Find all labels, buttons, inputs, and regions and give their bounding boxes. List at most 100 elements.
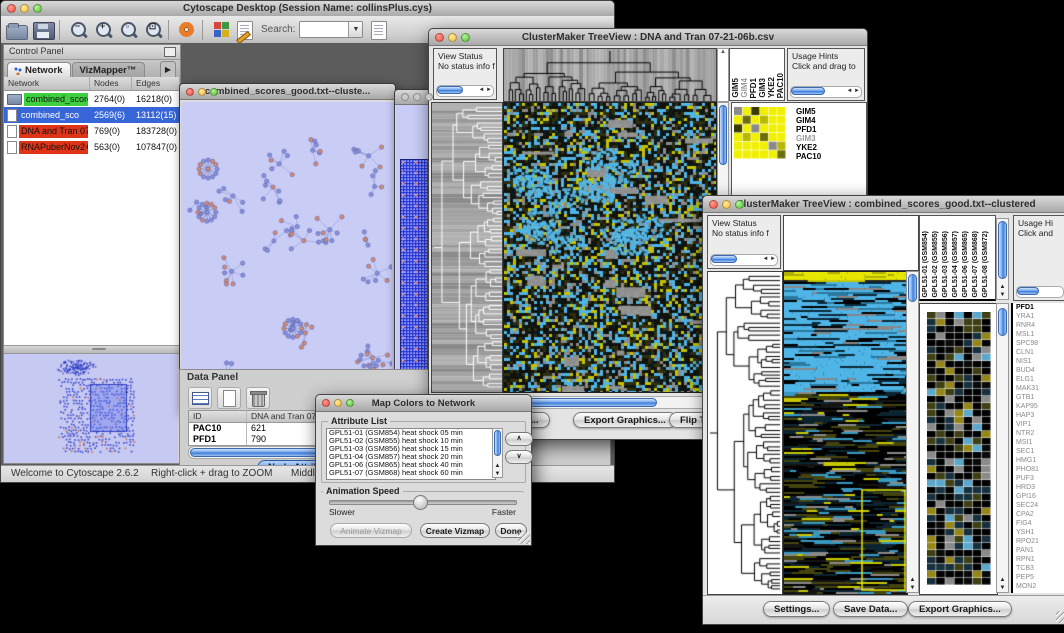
gene-label[interactable]: GPI16 [1016,492,1064,501]
window-controls[interactable] [322,399,354,407]
scroll-left-icon[interactable]: ◄ ► [477,86,493,96]
panel-splitter[interactable] [4,345,180,354]
minimize-icon[interactable] [413,93,421,101]
network-table-row[interactable]: combined_sco2569(6)13112(15) [4,107,180,123]
zoom-icon[interactable] [461,33,470,42]
gene-label[interactable]: GIM3 [796,134,821,143]
scroll-left-icon[interactable]: ◄ ► [845,87,861,97]
column-dendrogram-canvas[interactable] [503,48,717,102]
attribute-list-item[interactable]: GPL51-07 (GSM868) heat shock 60 min [327,469,495,477]
window-controls[interactable] [401,93,433,101]
gene-label[interactable]: NIS1 [1016,357,1064,366]
minimize-icon[interactable] [198,88,206,96]
scroll-down-icon[interactable]: ▼ [493,471,502,477]
zoom-icon[interactable] [735,200,744,209]
move-down-button[interactable]: ∨ [505,450,533,464]
attribute-select-icon[interactable] [188,387,212,409]
zoom-out-icon[interactable]: − [69,21,89,40]
gene-label[interactable]: KAP95 [1016,402,1064,411]
window-controls[interactable] [186,88,218,96]
main-titlebar[interactable]: Cytoscape Desktop (Session Name: collins… [1,1,614,17]
close-icon[interactable] [7,4,16,13]
float-panel-icon[interactable] [164,47,176,57]
scrollbar-thumb[interactable] [998,221,1007,279]
dialog-titlebar[interactable]: Map Colors to Network [316,395,531,412]
help-icon[interactable] [178,21,198,40]
gene-label[interactable]: RPN1 [1016,555,1064,564]
tab-vizmapper[interactable]: VizMapper™ [72,62,145,78]
gene-label[interactable]: RPO21 [1016,537,1064,546]
close-icon[interactable] [322,399,330,407]
gene-label[interactable]: PFD1 [796,125,821,134]
gene-label[interactable]: MSL1 [1016,330,1064,339]
secondary-heatmap-canvas[interactable] [927,312,991,585]
gene-label[interactable]: YSH1 [1016,528,1064,537]
heatmap-vscrollbar[interactable]: ▲ ▼ [906,271,919,593]
gene-label[interactable]: HRD3 [1016,483,1064,492]
birdseye-canvas[interactable] [4,354,178,463]
minimize-icon[interactable] [20,4,29,13]
mini-heatmap-canvas[interactable] [734,107,786,159]
gene-label[interactable]: ELG1 [1016,375,1064,384]
view-status-scrollbar[interactable]: ◄ ► [436,85,494,97]
gene-label[interactable]: HMG1 [1016,456,1064,465]
import-icon[interactable] [371,21,387,40]
minimize-icon[interactable] [334,399,342,407]
zoom-in-icon[interactable]: + [94,21,114,40]
dendrogram-scroll-strip[interactable]: ▲ [717,48,729,102]
gene-label[interactable]: YRA1 [1016,312,1064,321]
scrollbar-thumb[interactable] [791,87,825,95]
gene-label[interactable]: TCB3 [1016,564,1064,573]
row-dendrogram-canvas[interactable] [707,271,783,595]
save-icon[interactable] [33,22,55,40]
treeview1-titlebar[interactable]: ClusterMaker TreeView : DNA and Tran 07-… [429,29,867,46]
save-data-button[interactable]: Save Data... [833,601,908,617]
gene-label[interactable]: PAN1 [1016,546,1064,555]
gene-label[interactable]: SPC98 [1016,339,1064,348]
open-file-icon[interactable] [6,25,28,40]
gene-label[interactable]: GTB1 [1016,393,1064,402]
scrollbar-thumb[interactable] [719,105,727,165]
column-dendrogram-empty[interactable] [783,215,919,271]
heatmap-hscrollbar[interactable] [503,396,717,409]
attribute-list-scrollbar[interactable]: ▲ ▼ [492,428,503,478]
usage-hints-scrollbar[interactable] [1016,286,1064,298]
export-graphics-button[interactable]: Export Graphics... [908,601,1012,617]
gene-label[interactable]: MSI1 [1016,438,1064,447]
heatmap-canvas[interactable] [503,102,717,393]
scroll-up-icon[interactable]: ▲ [997,284,1008,290]
gene-label[interactable]: PUF3 [1016,474,1064,483]
scrollbar-thumb[interactable] [437,86,463,94]
minimize-icon[interactable] [722,200,731,209]
move-up-button[interactable]: ∧ [505,432,533,446]
scroll-up-icon[interactable]: ▲ [907,577,918,583]
zoom-icon[interactable] [33,4,42,13]
resize-grip[interactable] [518,532,530,544]
gene-label[interactable]: GIM5 [796,107,821,116]
close-icon[interactable] [186,88,194,96]
birdseye-view[interactable] [4,354,180,463]
view-status-scrollbar[interactable]: ◄ ► [710,254,778,266]
scroll-up-icon[interactable]: ▲ [997,577,1008,583]
scroll-down-icon[interactable]: ▼ [997,585,1008,591]
scrollbar-thumb[interactable] [1017,287,1039,295]
close-icon[interactable] [709,200,718,209]
attribute-list[interactable]: GPL51-01 (GSM854) heat shock 05 minGPL51… [326,428,496,480]
window-controls[interactable] [709,200,744,209]
speed-slider-thumb[interactable] [413,495,428,510]
gene-label[interactable]: YKE2 [796,143,821,152]
gene-label[interactable]: SEC24 [1016,501,1064,510]
network-graph-canvas[interactable] [181,102,392,410]
gene-label[interactable]: MAK31 [1016,384,1064,393]
search-input[interactable]: ▼ [299,21,363,38]
gene-label[interactable]: MON2 [1016,582,1064,591]
secondary-vscrollbar[interactable]: ▲ ▼ [996,303,1009,593]
gene-label[interactable]: CLN1 [1016,348,1064,357]
annotation-icon[interactable] [237,21,253,40]
scroll-up-icon[interactable]: ▲ [493,463,502,469]
search-dropdown-icon[interactable]: ▼ [348,22,362,37]
scrollbar-thumb[interactable] [494,430,501,456]
gene-label[interactable]: GIM4 [796,116,821,125]
usage-hints-scrollbar[interactable]: ◄ ► [790,86,862,98]
scrollbar-thumb[interactable] [711,255,737,263]
